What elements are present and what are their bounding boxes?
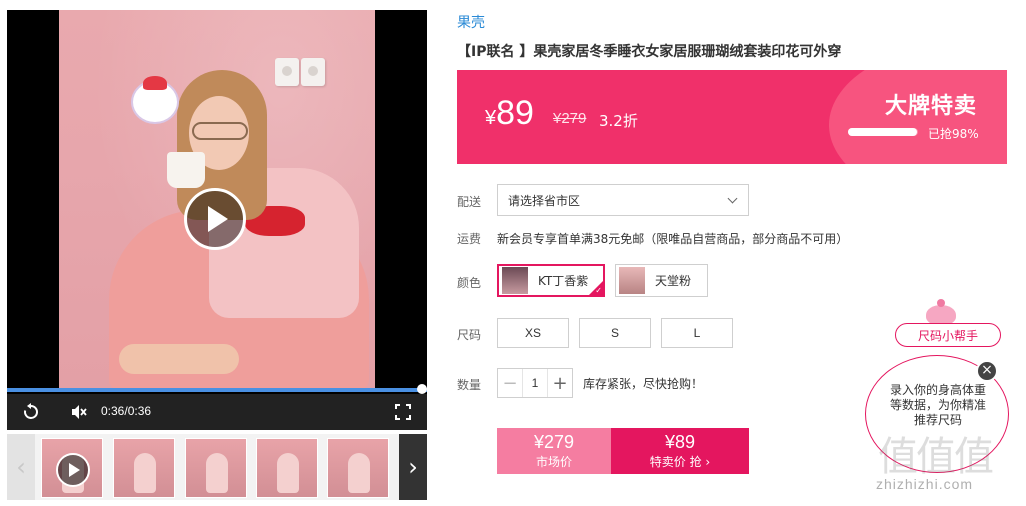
play-icon (208, 206, 228, 232)
replay-icon[interactable] (19, 400, 43, 424)
wall-switch (275, 58, 299, 86)
currency-symbol: ¥ (485, 107, 497, 129)
chevron-right-icon[interactable]: › (399, 434, 427, 500)
watermark-text: zhizhizhi.com (876, 476, 974, 492)
sold-percentage: 已抢98% (928, 127, 979, 141)
product-page: 0:36/0:36 ‹ › 果壳 【IP联名 】果壳家居冬季睡衣女家居服珊瑚绒套… (0, 0, 1026, 506)
market-price-label: 市场价 (535, 455, 572, 469)
current-price: ¥89 (485, 94, 534, 133)
chevron-down-icon (727, 193, 738, 204)
check-icon: ✓ (595, 286, 602, 295)
close-icon[interactable]: × (976, 360, 998, 382)
price-banner: ¥89 ¥279 3.2折 大牌特卖 已抢98% (457, 70, 1007, 164)
color-option-label: 天堂粉 (655, 274, 692, 288)
discount-badge: 3.2折 (599, 112, 638, 130)
color-label: 颜色 (457, 276, 482, 290)
color-swatch-image (619, 267, 645, 294)
shipping-fee-text: 新会员专享首单满38元免邮（限唯品自营商品，部分商品不可用） (497, 232, 849, 246)
region-select[interactable]: 请选择省市区 (497, 184, 749, 216)
shipping-label: 配送 (457, 195, 482, 209)
size-helper-button[interactable]: 尺码小帮手 (895, 323, 1001, 347)
thumbnail-image[interactable] (113, 438, 175, 498)
current-price-value: 89 (496, 94, 534, 132)
color-swatch-image (502, 267, 528, 294)
shipping-fee-label: 运费 (457, 232, 482, 246)
bunny-sticker-icon (131, 76, 179, 124)
special-price-buy-button[interactable]: ¥89 特卖价 抢 › (611, 428, 749, 474)
helper-mascot-icon (926, 299, 956, 325)
thumbnail-image[interactable] (185, 438, 247, 498)
thumbnail-video[interactable] (41, 438, 103, 498)
color-option-label: KT丁香紫 (538, 274, 589, 288)
play-icon (56, 453, 90, 487)
thumbnail-image[interactable] (327, 438, 389, 498)
brand-link[interactable]: 果壳 (457, 12, 485, 32)
video-player[interactable]: 0:36/0:36 (7, 10, 427, 430)
video-progress-knob[interactable] (417, 384, 427, 394)
product-title: 【IP联名 】果壳家居冬季睡衣女家居服珊瑚绒套装印花可外穿 (457, 44, 842, 60)
video-progress-fill (7, 388, 427, 392)
size-option-xs[interactable]: XS (497, 318, 569, 348)
play-button[interactable] (184, 188, 246, 250)
brand-sale-badge: 大牌特卖 (884, 94, 977, 119)
quantity-plus-button[interactable]: + (548, 369, 572, 397)
sold-progress-fill (848, 128, 917, 136)
fullscreen-icon[interactable] (391, 400, 415, 424)
quantity-value[interactable]: 1 (522, 369, 548, 397)
original-price: ¥279 (553, 110, 587, 127)
size-label: 尺码 (457, 328, 482, 342)
size-option-l[interactable]: L (661, 318, 733, 348)
chevron-left-icon[interactable]: ‹ (7, 434, 35, 500)
video-time: 0:36/0:36 (101, 404, 152, 418)
mute-icon[interactable] (67, 400, 91, 424)
mug (167, 152, 205, 188)
sold-progress-bar (848, 128, 918, 136)
size-option-s[interactable]: S (579, 318, 651, 348)
quantity-label: 数量 (457, 378, 482, 392)
size-helper-text: 录入你的身高体重等数据，为你精准推荐尺码 (889, 383, 986, 427)
special-price-label: 特卖价 抢 › (649, 455, 711, 469)
model-feet (119, 344, 239, 374)
video-controls: 0:36/0:36 (7, 394, 427, 430)
color-option-heaven-pink[interactable]: 天堂粉 (615, 264, 708, 297)
market-price-button[interactable]: ¥279 市场价 (497, 428, 611, 474)
quantity-stepper: − 1 + (497, 368, 573, 398)
video-progress-bar[interactable] (7, 384, 427, 394)
special-price-value: ¥89 (664, 432, 696, 452)
wall-switch (301, 58, 325, 86)
thumbnail-strip: ‹ › (7, 434, 427, 500)
model-glasses (192, 122, 248, 140)
region-select-value: 请选择省市区 (508, 193, 581, 208)
stock-warning: 库存紧张，尽快抢购！ (583, 377, 704, 391)
color-option-kt-lilac[interactable]: KT丁香紫 ✓ (497, 264, 605, 297)
quantity-minus-button[interactable]: − (498, 369, 522, 397)
thumbnail-image[interactable] (256, 438, 318, 498)
market-price-value: ¥279 (533, 432, 575, 452)
